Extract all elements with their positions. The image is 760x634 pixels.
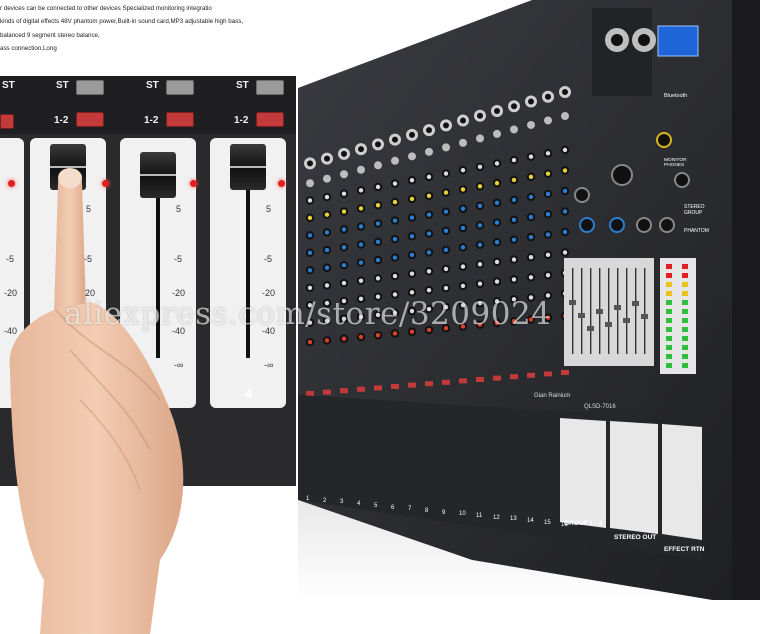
line-input-jack[interactable] — [306, 179, 314, 188]
channel-number-label: 7 — [408, 506, 412, 513]
eq-slider[interactable] — [614, 305, 621, 310]
group-label-3: 1-2 — [144, 115, 159, 126]
line-input-jack[interactable] — [476, 134, 484, 143]
eq-slider[interactable] — [587, 326, 594, 331]
mute-button[interactable] — [408, 382, 416, 388]
st-label-1: ST — [2, 80, 15, 91]
mute-button[interactable] — [561, 370, 569, 375]
mute-button[interactable] — [340, 388, 348, 394]
channel-number-label: 16 — [561, 521, 568, 528]
channel-number-label: 5 — [374, 502, 378, 509]
tick-label: -∞ — [264, 360, 274, 370]
tick-label: -5 — [264, 254, 273, 264]
description-line-4: ass connection,Long — [0, 45, 57, 53]
mute-button[interactable] — [527, 372, 535, 378]
st-button-2[interactable] — [76, 80, 104, 95]
fader-panel-4: 5 -5 -20 -40 -∞ — [210, 138, 286, 408]
channel-number-label: 9 — [442, 509, 446, 516]
phantom-label: PHANTOM — [684, 228, 709, 234]
group-button-1[interactable] — [0, 114, 14, 129]
stereo-out-label: STEREO OUT — [614, 534, 657, 541]
mute-button[interactable] — [391, 384, 399, 389]
watermark: aliexpress.com/store/3209024 — [64, 296, 552, 332]
eq-slider[interactable] — [623, 318, 630, 323]
line-input-jack[interactable] — [357, 165, 365, 174]
st-button-4[interactable] — [256, 80, 284, 95]
line-input-jack[interactable] — [323, 174, 331, 183]
mute-button[interactable] — [476, 377, 484, 382]
eq-slider[interactable] — [578, 313, 585, 318]
channel-number: 4 — [245, 386, 253, 401]
st-label-4: ST — [236, 80, 249, 91]
line-input-jack[interactable] — [340, 170, 348, 179]
st-label-2: ST — [56, 80, 69, 91]
line-input-jack[interactable] — [442, 143, 450, 152]
eq-slider[interactable] — [632, 301, 639, 306]
line-input-jack[interactable] — [561, 112, 569, 120]
channel-number-label: 1 — [306, 496, 310, 502]
line-input-jack[interactable] — [408, 152, 416, 161]
model-label: QLSD-7016 — [584, 404, 616, 410]
line-input-jack[interactable] — [391, 156, 399, 165]
channel-number-label: 8 — [425, 507, 429, 514]
product-description: r devices can be connected to other devi… — [0, 2, 330, 56]
mute-button[interactable] — [357, 386, 365, 392]
stereo-group-label: STEREO GROUP — [684, 204, 705, 216]
brand-label: Gian Rainium — [534, 393, 571, 399]
group-button-4[interactable] — [256, 112, 284, 127]
line-input-jack[interactable] — [544, 116, 552, 125]
effect-rtn-label: EFFECT RTN — [664, 546, 705, 553]
mute-button[interactable] — [544, 371, 552, 377]
mute-button[interactable] — [510, 374, 518, 380]
tick-label: 5 — [266, 204, 272, 214]
bluetooth-label: Bluetooth — [664, 93, 688, 99]
channel-number-label: 6 — [391, 504, 395, 511]
group-label-4: 1-2 — [234, 115, 249, 126]
channel-number-label: 13 — [510, 516, 517, 523]
eq-slider[interactable] — [605, 322, 612, 327]
group-label-2: 1-2 — [54, 115, 69, 126]
group-section-label: GROUP 1 - 2 — [564, 520, 603, 527]
channel-number-label: 4 — [357, 501, 361, 508]
st-label-3: ST — [146, 80, 159, 91]
channel-number-label: 3 — [340, 499, 344, 506]
description-line-2: kinds of digital effects 48V phantom pow… — [0, 18, 244, 26]
mute-button[interactable] — [306, 391, 314, 396]
mute-button[interactable] — [459, 378, 467, 384]
mute-button[interactable] — [493, 375, 501, 381]
mute-button[interactable] — [323, 389, 331, 395]
channel-number-label: 12 — [493, 514, 500, 521]
eq-slider[interactable] — [569, 300, 576, 305]
line-input-jack[interactable] — [527, 120, 535, 129]
group-button-3[interactable] — [166, 112, 194, 127]
channel-number-label: 15 — [544, 519, 551, 526]
mute-button[interactable] — [442, 379, 450, 385]
description-line-1: r devices can be connected to other devi… — [0, 5, 212, 12]
mute-button[interactable] — [425, 381, 433, 387]
eq-slider[interactable] — [596, 309, 603, 314]
channel-number-label: 10 — [459, 511, 466, 518]
channel-number-label: 2 — [323, 497, 327, 504]
line-input-jack[interactable] — [425, 147, 433, 156]
group-button-2[interactable] — [76, 112, 104, 127]
eq-slider[interactable] — [641, 314, 648, 319]
channel-number-label: 14 — [527, 518, 534, 525]
description-line-3: balanced 9 segment stereo balance, — [0, 31, 100, 39]
channel-number-label: 11 — [476, 513, 483, 519]
fader-cap[interactable] — [230, 144, 266, 190]
st-button-3[interactable] — [166, 80, 194, 95]
level-led-4 — [278, 180, 285, 187]
mute-button[interactable] — [374, 385, 382, 391]
line-input-jack[interactable] — [459, 138, 467, 147]
hand-image — [9, 168, 184, 634]
monitor-phones-label: MONITOR PHONES — [664, 158, 687, 168]
line-input-jack[interactable] — [374, 161, 382, 170]
line-input-jack[interactable] — [493, 129, 501, 138]
line-input-jack[interactable] — [510, 125, 518, 134]
